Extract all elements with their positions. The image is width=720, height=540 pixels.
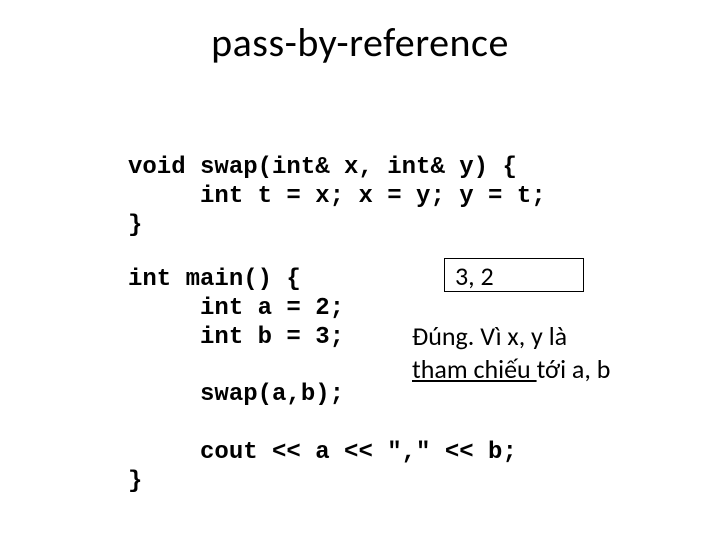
code-line: int a = 2; bbox=[128, 295, 344, 322]
code-line: } bbox=[128, 468, 142, 495]
code-swap-function: void swap(int& x, int& y) { int t = x; x… bbox=[128, 154, 546, 240]
explanation-line: Đúng. Vì x, y là bbox=[412, 320, 712, 353]
code-line: int b = 3; bbox=[128, 324, 344, 351]
explanation-text: Đúng. Vì x, y là tham chiếu tới a, b bbox=[412, 320, 712, 385]
code-line: swap(a,b); bbox=[128, 381, 344, 408]
explanation-underline: tham chiếu bbox=[412, 353, 537, 385]
code-line: int main() { bbox=[128, 266, 301, 293]
code-line: cout << a << "," << b; bbox=[128, 439, 517, 466]
code-line: int t = x; x = y; y = t; bbox=[128, 183, 546, 210]
explanation-tail: tới a, b bbox=[537, 353, 611, 385]
output-box: 3, 2 bbox=[444, 258, 584, 292]
slide: pass-by-reference void swap(int& x, int&… bbox=[0, 0, 720, 540]
code-line: void swap(int& x, int& y) { bbox=[128, 154, 517, 181]
explanation-line: tham chiếu tới a, b bbox=[412, 353, 712, 386]
code-line: } bbox=[128, 212, 142, 239]
page-title: pass-by-reference bbox=[0, 18, 720, 67]
